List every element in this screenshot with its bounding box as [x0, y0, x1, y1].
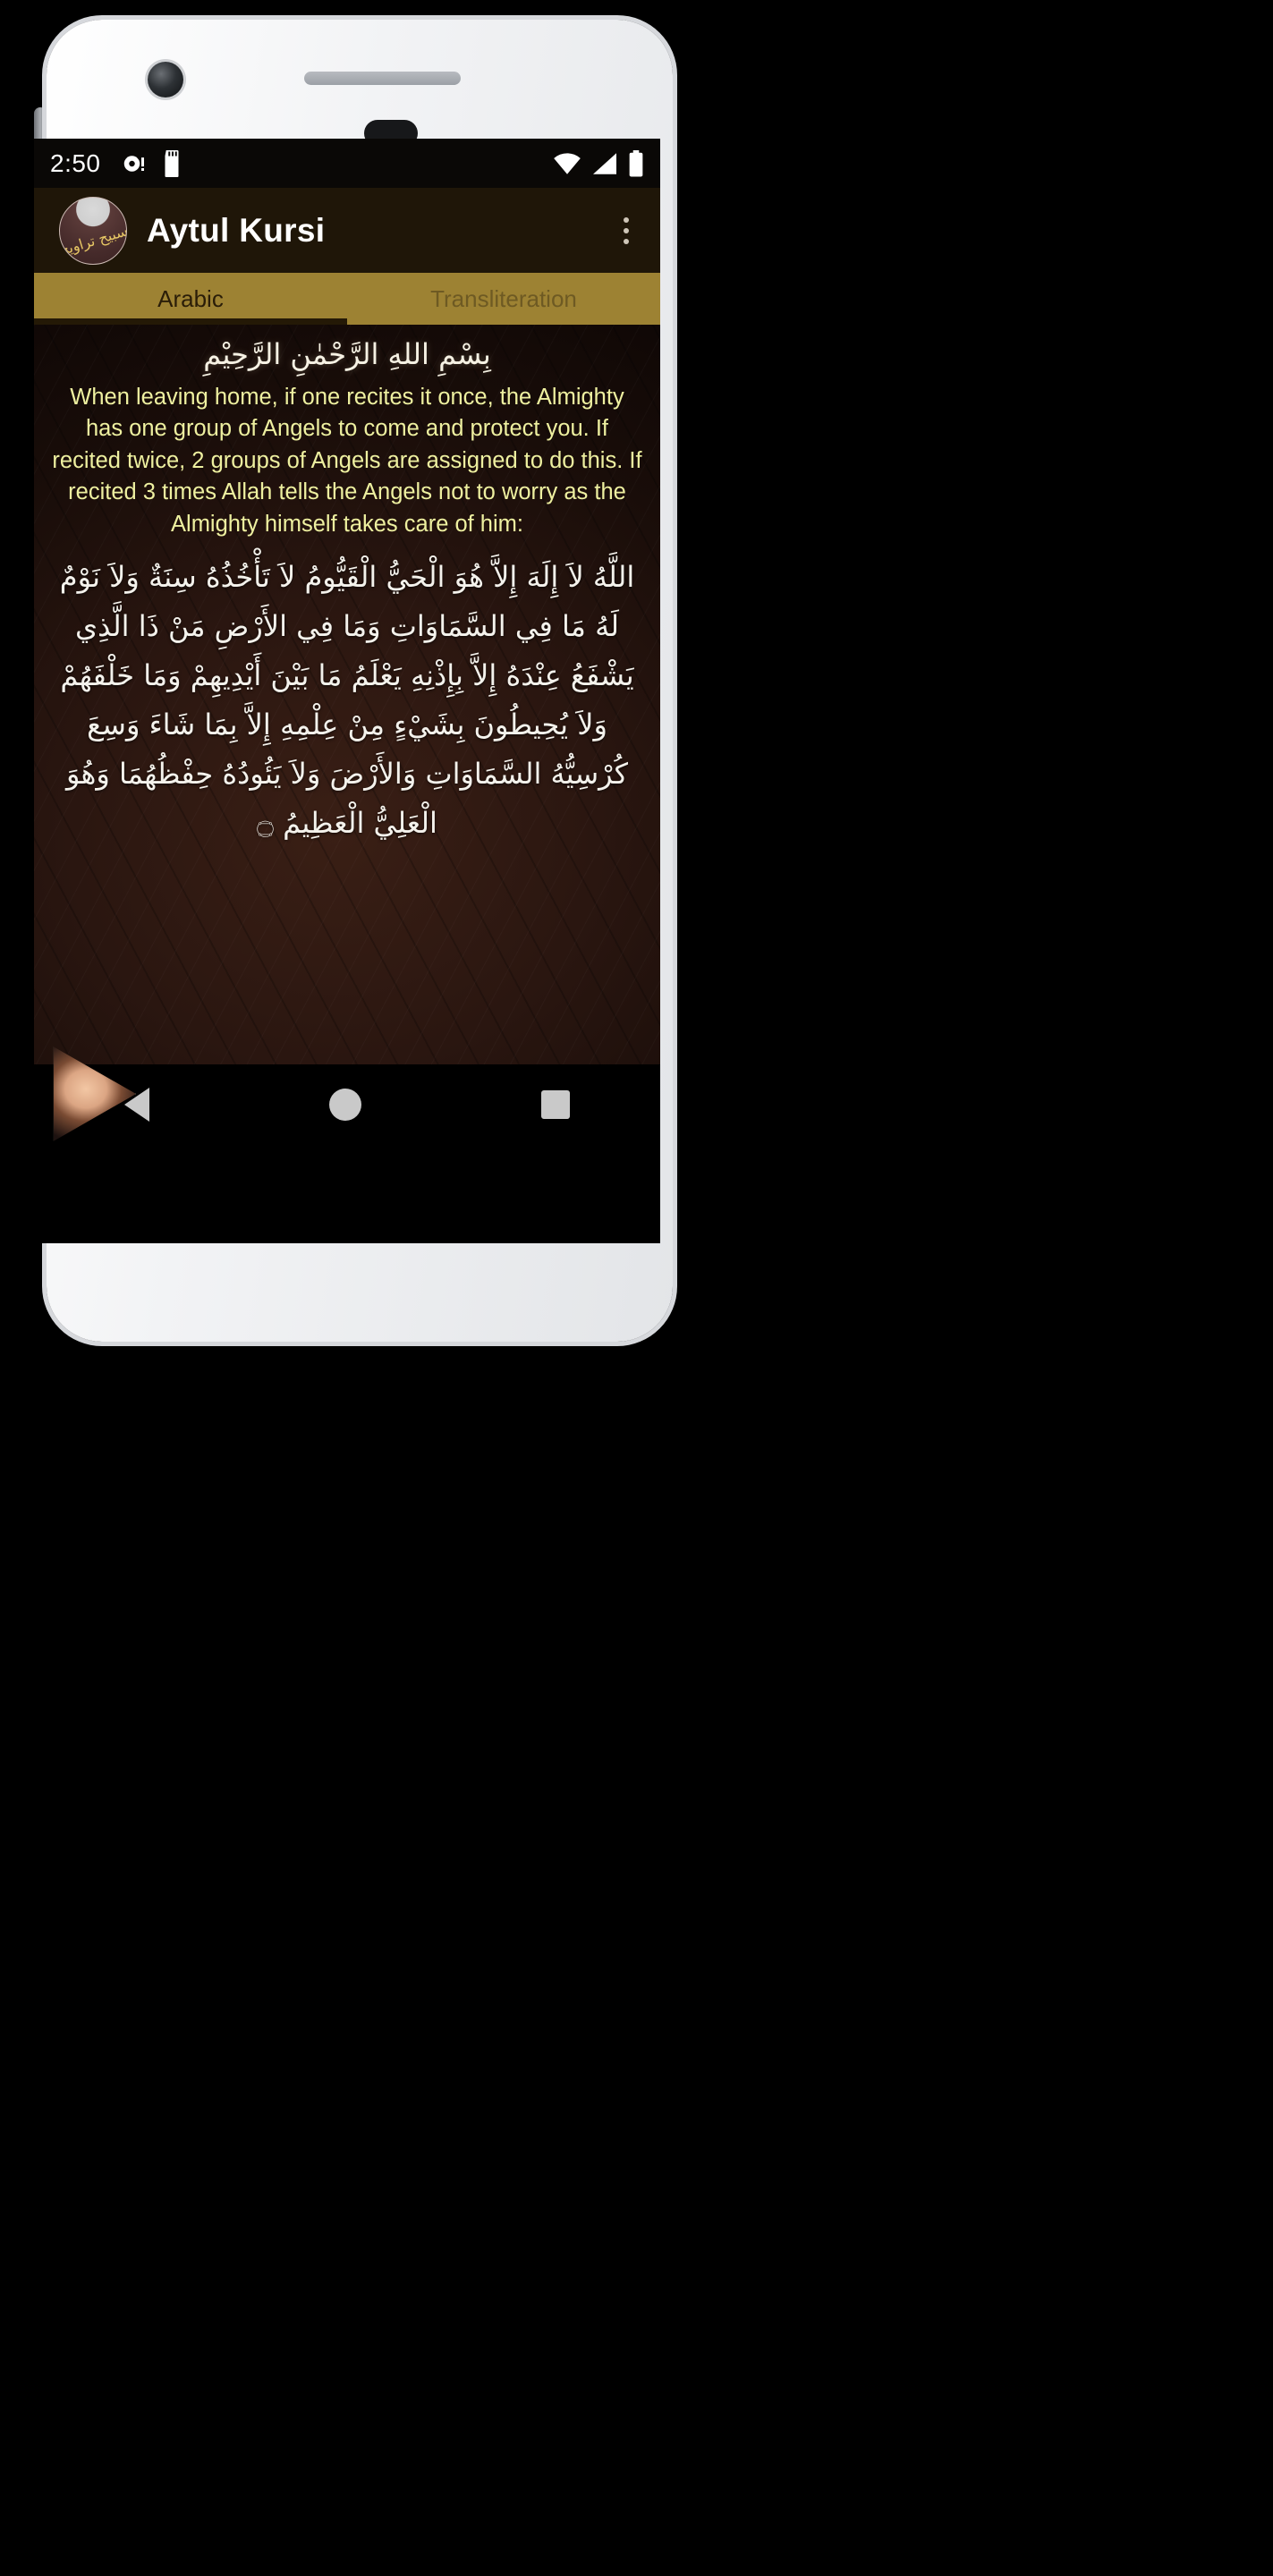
front-camera-icon — [148, 62, 183, 97]
status-left-icons — [121, 149, 183, 177]
device-screen: 2:50 تسبيح تراويح Aytul Kursi Arabic Tra… — [34, 139, 660, 1243]
tab-transliteration[interactable]: Transliteration — [347, 273, 660, 325]
wifi-icon — [554, 152, 581, 174]
notification-dot-icon — [123, 155, 144, 172]
status-bar: 2:50 — [34, 139, 660, 188]
app-bar: تسبيح تراويح Aytul Kursi — [34, 188, 660, 273]
tab-bar: Arabic Transliteration — [34, 273, 660, 325]
app-logo-arabic-text: تسبيح تراويح — [59, 220, 127, 259]
intro-paragraph: When leaving home, if one recites it onc… — [52, 385, 642, 537]
app-logo-icon: تسبيح تراويح — [59, 196, 127, 265]
screenshot-root: 2:50 تسبيح تراويح Aytul Kursi Arabic Tra… — [0, 0, 1273, 2576]
bismillah-calligraphy: بِسْمِ اللهِ الرَّحْمٰنِ الرَّحِيْمِ — [203, 337, 491, 371]
earpiece-speaker — [304, 72, 461, 85]
play-video-button[interactable] — [52, 1045, 137, 1143]
cellular-signal-icon — [593, 152, 616, 174]
recents-icon[interactable] — [541, 1090, 571, 1119]
status-time: 2:50 — [50, 148, 101, 177]
sd-card-icon — [165, 149, 178, 177]
arabic-verse-text: اللَّهُ لاَ إِلَهَ إِلاَّ هُوَ الْحَيُّ … — [59, 560, 635, 841]
content-area: بِسْمِ اللهِ الرَّحْمٰنِ الرَّحِيْمِ Whe… — [34, 325, 660, 1145]
home-icon[interactable] — [328, 1089, 361, 1121]
page-title: Aytul Kursi — [147, 211, 326, 249]
overflow-menu-icon[interactable] — [607, 204, 646, 258]
battery-icon — [629, 149, 643, 176]
status-right-icons — [553, 149, 644, 177]
tab-arabic[interactable]: Arabic — [34, 273, 347, 325]
play-triangle-border — [54, 1046, 136, 1141]
